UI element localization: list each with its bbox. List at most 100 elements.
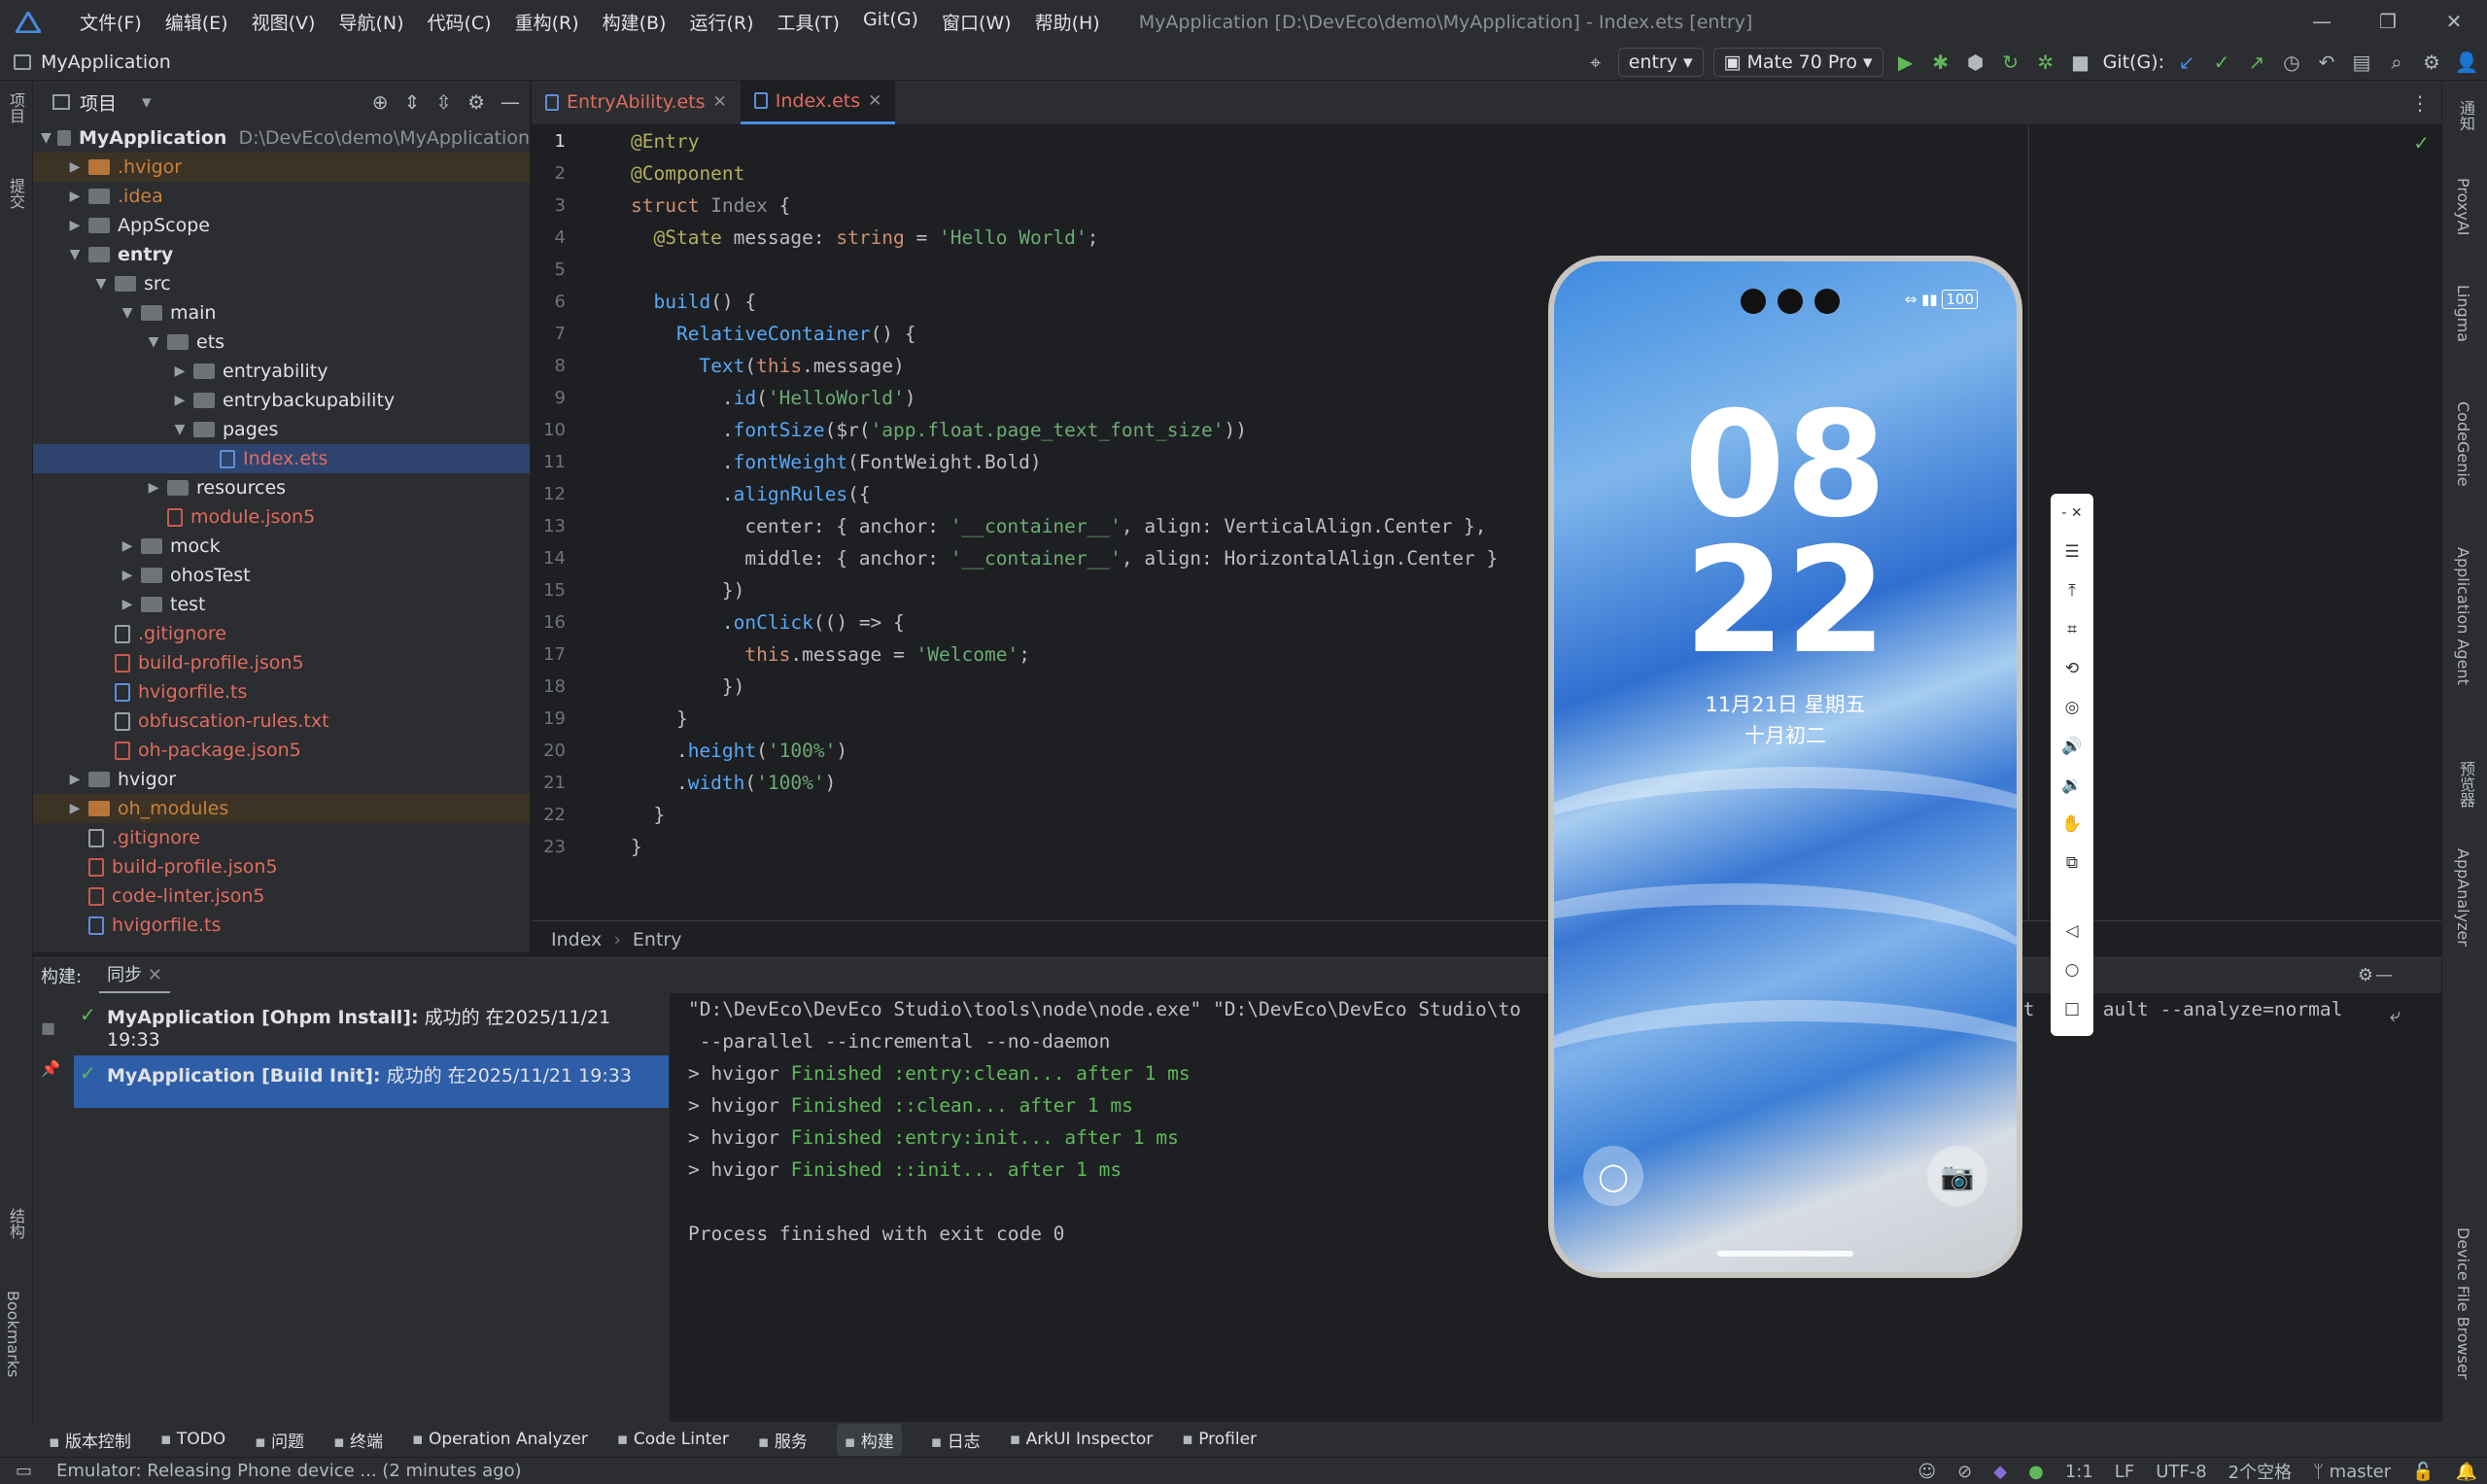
code-area[interactable]: @Entry @Component struct Index { @State me… <box>631 125 1498 863</box>
chevron-down-icon[interactable]: ▼ <box>93 276 109 292</box>
menu-item[interactable]: 帮助(H) <box>1023 9 1112 35</box>
tree-item[interactable]: build-profile.json5 <box>33 648 530 677</box>
menu-item[interactable]: 构建(B) <box>591 9 678 35</box>
volume-down-icon[interactable]: 🔉 <box>2061 766 2082 805</box>
tool-window-button[interactable]: ▪ 版本控制 <box>49 1428 131 1452</box>
tool-window-button[interactable]: ▪ Operation Analyzer <box>412 1430 588 1449</box>
chevron-right-icon[interactable]: ▶ <box>146 480 161 496</box>
chevron-down-icon[interactable]: ▾ <box>142 91 152 113</box>
chevron-right-icon[interactable]: ▶ <box>120 568 135 583</box>
chevron-right-icon[interactable]: ▶ <box>172 363 188 379</box>
tree-item[interactable]: ▶ entrybackupability <box>33 386 530 415</box>
indent-setting[interactable]: 2个空格 <box>2228 1459 2292 1484</box>
codegenie-tool-button[interactable]: CodeGenie <box>2454 401 2472 487</box>
project-tool-button[interactable]: 项目 <box>4 92 27 123</box>
home-icon[interactable]: ○ <box>2065 950 2080 989</box>
close-icon[interactable]: ✕ <box>868 91 881 111</box>
tree-item[interactable]: ▶ AppScope <box>33 211 530 240</box>
tool-window-button[interactable]: ▪ TODO <box>160 1430 225 1449</box>
notifications-icon[interactable]: 🔔 <box>2456 1462 2477 1482</box>
git-push-icon[interactable]: ↗ <box>2244 50 2269 75</box>
code-line[interactable]: middle: { anchor: '__container__', align… <box>631 542 1498 574</box>
breadcrumb-item[interactable]: Index <box>551 929 602 950</box>
tool-window-button[interactable]: ▪ ArkUI Inspector <box>1010 1430 1154 1449</box>
tree-item[interactable]: Index.ets <box>33 444 530 473</box>
project-view-label[interactable]: 项目 <box>80 89 117 116</box>
code-line[interactable]: struct Index { <box>631 190 1498 222</box>
menu-item[interactable]: 文件(F) <box>68 9 154 35</box>
rerun-icon[interactable]: ↻ <box>1998 50 2023 75</box>
menu-item[interactable]: 代码(C) <box>415 9 502 35</box>
status-message[interactable]: Emulator: Releasing Phone device ... (2 … <box>56 1461 522 1481</box>
back-icon[interactable]: ◁ <box>2065 912 2078 950</box>
profile-icon[interactable]: ✲ <box>2033 50 2058 75</box>
breadcrumb-item[interactable]: Entry <box>633 929 682 950</box>
chevron-right-icon[interactable]: ▶ <box>67 218 83 233</box>
bookmarks-tool-button[interactable]: Bookmarks <box>4 1291 22 1377</box>
chevron-right-icon[interactable]: ▶ <box>67 189 83 204</box>
code-line[interactable]: .onClick(() => { <box>631 606 1498 638</box>
tree-item[interactable]: hvigorfile.ts <box>33 911 530 940</box>
tool-window-button[interactable]: ▪ Code Linter <box>617 1430 729 1449</box>
code-line[interactable]: build() { <box>631 286 1498 318</box>
attach-debugger-icon[interactable]: ⬢ <box>1963 50 1988 75</box>
phone-lock-screen[interactable]: ⇔ ▮▮ 100 08 22 11月21日 星期五 十月初二 ◯ 📷 <box>1554 261 2017 1272</box>
code-line[interactable]: } <box>631 799 1498 831</box>
code-line[interactable]: }) <box>631 671 1498 703</box>
tree-item[interactable]: ▼ entry <box>33 240 530 269</box>
code-line[interactable]: @Component <box>631 157 1498 190</box>
shake-icon[interactable]: ✋ <box>2061 805 2082 844</box>
tree-item[interactable]: ▶ .hvigor <box>33 153 530 182</box>
tree-item[interactable]: .gitignore <box>33 619 530 648</box>
chevron-right-icon[interactable]: ▶ <box>67 801 83 816</box>
inspection-ok-icon[interactable]: ✓ <box>2413 131 2430 155</box>
hide-icon[interactable]: — <box>2375 958 2393 993</box>
code-line[interactable]: @State message: string = 'Hello World'; <box>631 222 1498 254</box>
menu-item[interactable]: 工具(T) <box>766 9 851 35</box>
tool-window-button[interactable]: ▪ 构建 <box>836 1423 902 1456</box>
pin-top-icon[interactable]: ⤒ <box>2068 571 2076 610</box>
tree-item[interactable]: ▶ .idea <box>33 182 530 211</box>
tool-window-button[interactable]: ▪ 日志 <box>931 1428 981 1452</box>
target-icon[interactable]: ⌖ <box>1583 50 1608 75</box>
editor-tab[interactable]: Index.ets ✕ <box>740 80 896 124</box>
code-line[interactable]: .fontSize($r('app.float.page_text_font_s… <box>631 414 1498 446</box>
tree-item[interactable]: code-linter.json5 <box>33 881 530 911</box>
code-line[interactable]: .fontWeight(FontWeight.Bold) <box>631 446 1498 478</box>
code-line[interactable]: Text(this.message) <box>631 350 1498 382</box>
settings-icon[interactable]: ⚙ <box>2419 50 2444 75</box>
tree-item[interactable]: ▼ ets <box>33 328 530 357</box>
chevron-right-icon[interactable]: ▶ <box>120 597 135 612</box>
device-file-browser-tool-button[interactable]: Device File Browser <box>2454 1227 2472 1380</box>
collapse-all-icon[interactable]: ⇳ <box>435 90 452 114</box>
chevron-right-icon[interactable]: ▶ <box>120 538 135 554</box>
code-line[interactable]: RelativeContainer() { <box>631 318 1498 350</box>
git-update-icon[interactable]: ↙ <box>2174 50 2199 75</box>
circle-icon[interactable]: ◯ <box>1583 1146 1643 1206</box>
location-icon[interactable]: ◎ <box>2065 688 2080 727</box>
chevron-right-icon[interactable]: ▶ <box>67 159 83 175</box>
recents-icon[interactable]: □ <box>2064 989 2080 1028</box>
history-icon[interactable]: ◷ <box>2279 50 2304 75</box>
tree-item[interactable]: .gitignore <box>33 823 530 852</box>
tool-window-button[interactable]: ▪ 终端 <box>333 1428 383 1452</box>
soft-wrap-icon[interactable]: ⤶ <box>2390 1003 2401 1026</box>
restore-icon[interactable]: ❐ <box>2355 0 2421 44</box>
code-line[interactable]: @Entry <box>631 125 1498 157</box>
menu-item[interactable]: 运行(R) <box>677 9 765 35</box>
ai-assistant-icon[interactable]: ☺ <box>1917 1462 1936 1482</box>
device-dropdown[interactable]: ▣ Mate 70 Pro ▾ <box>1712 48 1883 77</box>
tree-item[interactable]: ▼ src <box>33 269 530 298</box>
code-line[interactable]: .alignRules({ <box>631 478 1498 510</box>
chevron-down-icon[interactable]: ▼ <box>172 422 188 437</box>
menu-item[interactable]: 导航(N) <box>327 9 415 35</box>
panel-toggle-icon[interactable]: ▭ <box>16 1461 32 1481</box>
tool-window-button[interactable]: ▪ 服务 <box>758 1428 808 1452</box>
device-manager-icon[interactable]: ▤ <box>2349 50 2374 75</box>
phone-emulator[interactable]: ⇔ ▮▮ 100 08 22 11月21日 星期五 十月初二 ◯ 📷 <box>1548 256 2022 1278</box>
close-icon[interactable]: ✕ <box>2421 0 2487 44</box>
structure-tool-button[interactable]: 结构 <box>4 1208 27 1239</box>
previewer-tool-button[interactable]: 预览器 <box>2454 761 2477 808</box>
gear-icon[interactable]: ⚙ <box>467 90 485 114</box>
minimize-icon[interactable]: — <box>2289 0 2355 44</box>
